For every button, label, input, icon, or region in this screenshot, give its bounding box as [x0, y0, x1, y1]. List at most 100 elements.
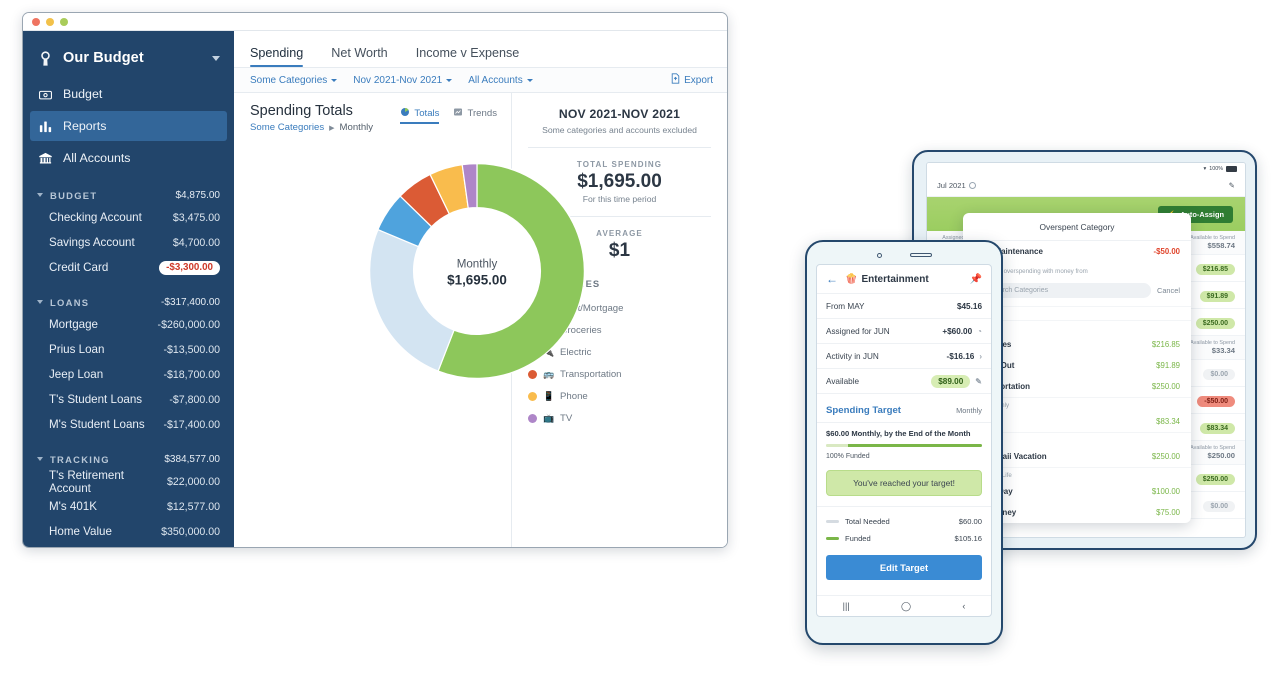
budget-icon	[38, 87, 53, 102]
sidebar-group-budget[interactable]: BUDGET $4,875.00	[23, 185, 234, 205]
donut-center-value: $1,695.00	[447, 272, 507, 287]
toggle-label: Totals	[414, 108, 440, 119]
window-titlebar	[23, 13, 727, 31]
filter-categories[interactable]: Some Categories	[250, 74, 338, 86]
row-label: Activity in JUN	[826, 351, 879, 361]
budget-name: Our Budget	[63, 50, 144, 66]
target-reached-banner: You've reached your target!	[826, 470, 982, 496]
phone-header: ← 🍿 Entertainment 📌	[817, 265, 991, 294]
chevron-down-icon	[526, 78, 533, 82]
filter-bar: Some Categories Nov 2021-Nov 2021 All Ac…	[234, 67, 727, 93]
account-row[interactable]: Mortgage -$260,000.00	[23, 312, 234, 337]
target-description: $60.00 Monthly, by the End of the Month	[817, 422, 991, 444]
reports-icon	[38, 119, 53, 134]
available-amount: $250.00	[1195, 317, 1235, 329]
sidebar-group-tracking[interactable]: TRACKING $384,577.00	[23, 449, 234, 469]
account-row[interactable]: Savings Account $4,700.00	[23, 230, 234, 255]
window-minimize-button[interactable]	[46, 17, 54, 26]
chevron-right-icon[interactable]: ›	[979, 352, 982, 361]
nav-back-icon[interactable]: ‹	[962, 601, 965, 611]
row-label: Assigned for JUN	[826, 326, 890, 336]
available-amount: Available to Spend $250.00	[1190, 445, 1235, 460]
group-label: LOANS	[50, 296, 90, 308]
group-total: $384,577.00	[164, 453, 220, 465]
filter-accounts[interactable]: All Accounts	[468, 75, 533, 86]
edit-target-button[interactable]: Edit Target	[826, 555, 982, 580]
nav-recents-icon[interactable]: |||	[843, 601, 850, 611]
group-total: -$317,400.00	[161, 296, 220, 308]
row-value-wrap: $89.00 ✎	[931, 374, 982, 388]
sidebar: Our Budget Budget Reports All Accounts B…	[23, 31, 234, 547]
account-row[interactable]: Checking Account $3,475.00	[23, 205, 234, 230]
edit-icon[interactable]: ✎	[1229, 181, 1235, 190]
row-value: +$60.00	[942, 326, 973, 336]
view-toggle-group: Totals Trends	[400, 103, 497, 124]
account-row[interactable]: Home Value $350,000.00	[23, 519, 234, 544]
budget-switcher[interactable]: Our Budget	[23, 39, 234, 77]
nav-home-icon[interactable]: ◯	[901, 601, 911, 612]
account-amount: $3,475.00	[172, 211, 220, 224]
window-close-button[interactable]	[32, 17, 40, 26]
legend-label: Total Needed	[845, 517, 890, 526]
available-amount: $0.00	[1203, 500, 1235, 512]
account-name: T's Student Loans	[49, 393, 143, 406]
sidebar-item-reports[interactable]: Reports	[30, 111, 227, 141]
summary-date-range: NOV 2021-NOV 2021	[558, 107, 681, 121]
phone-row-available[interactable]: Available $89.00 ✎	[817, 369, 991, 394]
row-value: $45.16	[956, 301, 982, 311]
row-label: From MAY	[826, 301, 865, 311]
month-selector[interactable]: Jul 2021	[937, 181, 976, 190]
account-row[interactable]: T's Retirement Account $22,000.00	[23, 469, 234, 495]
edit-icon[interactable]: ✎	[975, 377, 982, 386]
account-row[interactable]: M's Student Loans -$17,400.00	[23, 412, 234, 437]
chevron-down-icon	[446, 78, 453, 82]
back-arrow-icon[interactable]: ←	[826, 273, 838, 285]
modal-category-amount: $75.00	[1156, 508, 1180, 517]
account-name: Checking Account	[49, 211, 142, 224]
account-row[interactable]: Credit Card -$3,300.00	[23, 255, 234, 280]
sidebar-item-budget[interactable]: Budget	[30, 79, 227, 109]
phone-row-activity[interactable]: Activity in JUN -$16.16 ›	[817, 344, 991, 369]
account-row[interactable]: T's Student Loans -$7,800.00	[23, 387, 234, 412]
breadcrumb: Some Categories ▶ Monthly	[250, 122, 400, 133]
legend-label: Funded	[845, 534, 871, 543]
account-row[interactable]: Prius Loan -$13,500.00	[23, 337, 234, 362]
cancel-button[interactable]: Cancel	[1157, 286, 1180, 295]
account-name: Prius Loan	[49, 343, 105, 356]
toggle-totals[interactable]: Totals	[400, 107, 440, 124]
available-amount: Available to Spend $33.34	[1190, 340, 1235, 355]
breadcrumb-category[interactable]: Some Categories	[250, 122, 324, 133]
sidebar-item-all-accounts[interactable]: All Accounts	[30, 143, 227, 173]
account-row[interactable]: M's 401K $12,577.00	[23, 494, 234, 519]
column-label: Available to Spend	[1190, 445, 1235, 451]
category-title-label: Entertainment	[861, 273, 929, 285]
app-logo-icon	[37, 50, 54, 67]
tab-spending[interactable]: Spending	[250, 46, 304, 67]
summary-note: Some categories and accounts excluded	[542, 125, 697, 135]
export-button[interactable]: Export	[671, 73, 713, 87]
chevron-down-icon	[37, 300, 43, 304]
camera-icon	[876, 252, 882, 258]
phone-row-assigned[interactable]: Assigned for JUN +$60.00 ◔	[817, 319, 991, 344]
tab-income-v-expense[interactable]: Income v Expense	[416, 46, 520, 67]
tab-net-worth[interactable]: Net Worth	[331, 46, 387, 67]
modal-category-amount: $216.85	[1151, 340, 1180, 349]
legend-item[interactable]: 📺 TV	[528, 407, 711, 429]
filter-label: Some Categories	[250, 74, 328, 86]
available-badge: $250.00	[1195, 473, 1235, 485]
chevron-down-icon	[331, 78, 338, 82]
history-icon[interactable]: ◔	[977, 327, 982, 336]
screenshot-stage: Our Budget Budget Reports All Accounts B…	[0, 0, 1280, 683]
account-row[interactable]: Jeep Loan -$18,700.00	[23, 362, 234, 387]
legend-row-total-needed: Total Needed $60.00	[826, 513, 982, 530]
export-icon	[671, 73, 680, 87]
toggle-trends[interactable]: Trends	[453, 107, 497, 124]
chevron-down-icon[interactable]	[212, 55, 220, 61]
filter-date-range[interactable]: Nov 2021-Nov 2021	[353, 75, 453, 86]
sidebar-group-loans[interactable]: LOANS -$317,400.00	[23, 292, 234, 312]
phone-notch	[807, 248, 1001, 262]
category-title: 🍿 Entertainment	[845, 274, 963, 285]
window-maximize-button[interactable]	[60, 17, 68, 26]
pin-icon[interactable]: 📌	[970, 274, 982, 285]
phone-row-from-may[interactable]: From MAY $45.16	[817, 294, 991, 319]
